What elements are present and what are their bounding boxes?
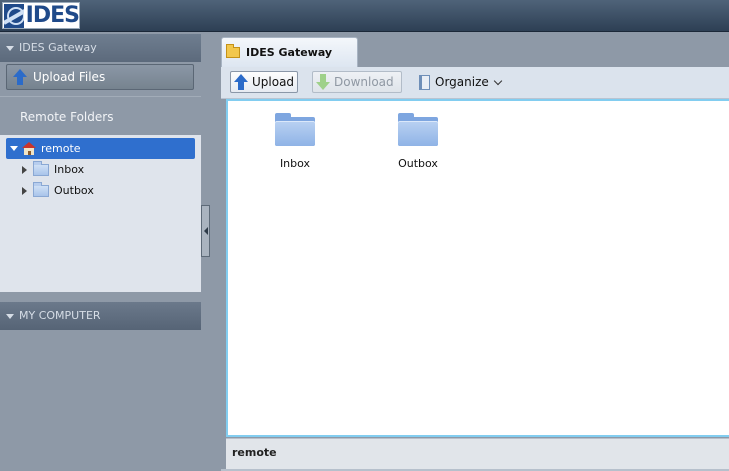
file-view-area[interactable]: Inbox Outbox xyxy=(226,99,729,437)
tab-ides-gateway[interactable]: IDES Gateway xyxy=(221,37,358,67)
folder-icon xyxy=(398,113,438,146)
folder-item-inbox[interactable]: Inbox xyxy=(255,113,335,170)
gateway-section-header[interactable]: IDES Gateway xyxy=(0,34,201,62)
folder-icon xyxy=(275,113,315,146)
upload-button-label: Upload xyxy=(252,75,295,89)
chevron-down-icon xyxy=(6,313,14,319)
upload-files-button[interactable]: Upload Files xyxy=(6,64,194,90)
top-header-bar: IDES xyxy=(0,0,729,32)
organize-button-label: Organize xyxy=(435,75,489,89)
download-button[interactable]: Download xyxy=(312,71,402,93)
download-arrow-icon xyxy=(316,74,330,90)
status-bar-path: remote xyxy=(226,438,729,469)
tree-item-outbox[interactable]: Outbox xyxy=(22,180,94,201)
tree-item-label: Inbox xyxy=(54,163,85,176)
tree-item-inbox[interactable]: Inbox xyxy=(22,159,84,180)
chevron-down-icon xyxy=(6,45,14,51)
main-panel: IDES Gateway Upload Download Organize In… xyxy=(221,32,729,471)
folder-icon xyxy=(33,181,49,197)
toolbar: Upload Download Organize xyxy=(221,67,729,99)
expand-arrow-right-icon[interactable] xyxy=(22,186,27,195)
tree-item-remote[interactable]: remote xyxy=(6,138,195,159)
gateway-section-title: IDES Gateway xyxy=(19,41,97,54)
home-icon xyxy=(22,142,36,155)
folder-icon xyxy=(33,160,49,176)
upload-arrow-icon xyxy=(234,74,248,90)
download-button-label: Download xyxy=(334,75,394,89)
ides-logo: IDES xyxy=(2,2,80,29)
remote-folder-tree: remote Inbox Outbox xyxy=(0,135,201,292)
folder-item-label: Outbox xyxy=(398,157,438,170)
tab-label: IDES Gateway xyxy=(246,46,333,59)
chevron-down-icon xyxy=(493,76,503,85)
collapse-left-arrow-icon[interactable] xyxy=(201,205,210,257)
left-sidebar: IDES Gateway Upload Files Remote Folders… xyxy=(0,32,201,471)
expand-arrow-right-icon[interactable] xyxy=(22,165,27,174)
panel-splitter[interactable] xyxy=(201,32,221,471)
tree-item-label: Outbox xyxy=(54,184,94,197)
upload-button[interactable]: Upload xyxy=(230,71,298,93)
folder-item-label: Inbox xyxy=(279,157,311,170)
expand-arrow-down-icon[interactable] xyxy=(10,146,18,151)
globe-logo-icon xyxy=(4,3,24,28)
upload-files-label: Upload Files xyxy=(33,70,106,84)
upload-arrow-icon xyxy=(13,69,27,85)
my-computer-section-title: MY COMPUTER xyxy=(19,309,101,322)
organize-icon xyxy=(419,74,430,90)
my-computer-section-header[interactable]: MY COMPUTER xyxy=(0,302,201,330)
tree-item-label: remote xyxy=(41,142,81,155)
logo-text: IDES xyxy=(25,2,80,28)
organize-menu-button[interactable]: Organize xyxy=(416,71,506,93)
open-folder-icon xyxy=(226,44,240,58)
remote-folders-title: Remote Folders xyxy=(0,96,201,134)
folder-item-outbox[interactable]: Outbox xyxy=(378,113,458,170)
